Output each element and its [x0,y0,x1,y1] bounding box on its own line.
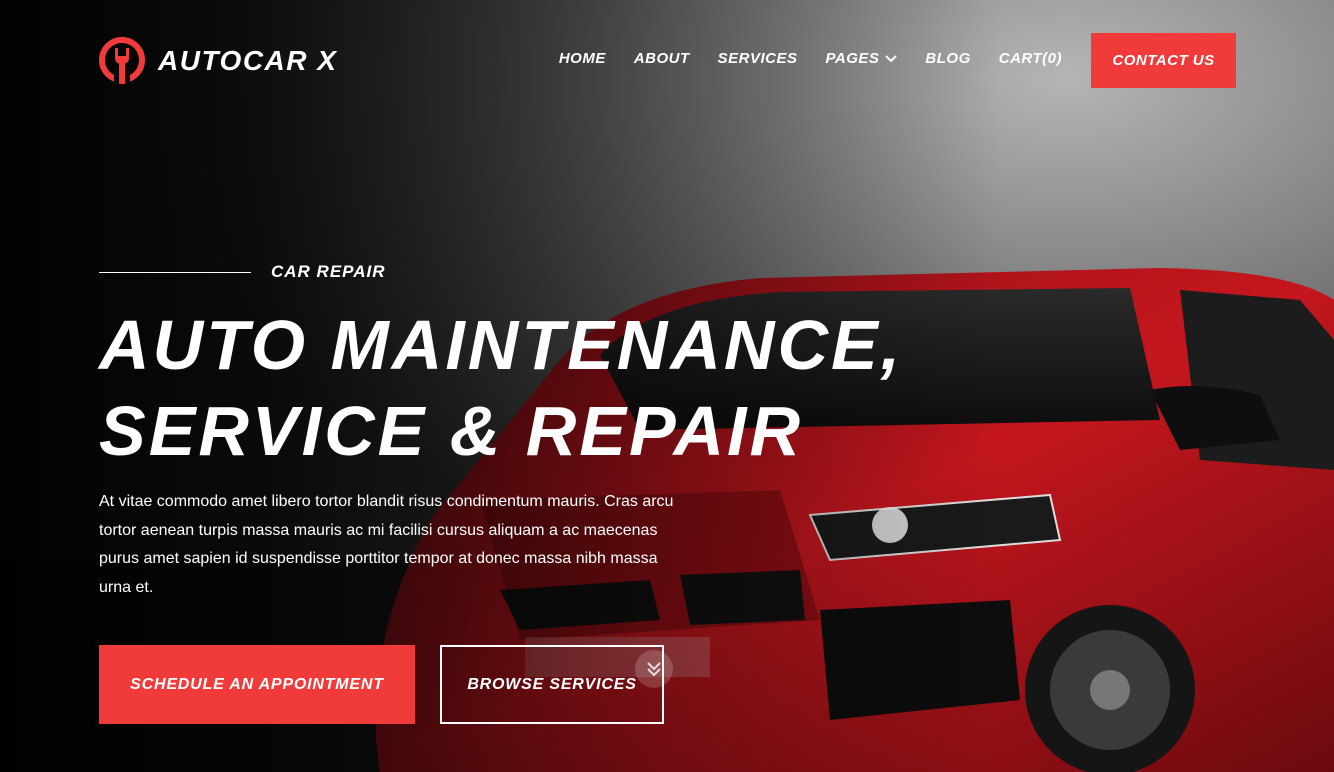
hero-title: AUTO MAINTENANCE, SERVICE & REPAIR [99,302,903,474]
eyebrow-label: CAR REPAIR [271,262,386,281]
top-navigation: AUTOCAR X HOME ABOUT SERVICES PAGES BLOG… [0,0,1334,120]
brand-name: AUTOCAR X [158,45,338,76]
wrench-pin-icon [99,37,145,84]
nav-item-services[interactable]: SERVICES [718,50,798,67]
eyebrow-divider [99,271,251,273]
double-chevron-down-icon [647,662,661,677]
hero-title-line2: SERVICE & REPAIR [99,392,804,470]
browse-services-button[interactable]: BROWSE SERVICES [440,645,664,724]
contact-us-button[interactable]: CONTACT US [1091,33,1236,88]
site-logo[interactable]: AUTOCAR X [98,36,337,86]
chevron-down-icon [885,54,898,62]
hero-section: AUTOCAR X HOME ABOUT SERVICES PAGES BLOG… [0,0,1334,772]
nav-item-home[interactable]: HOME [559,50,606,67]
main-menu: HOME ABOUT SERVICES PAGES BLOG CART(0) [559,50,1062,67]
scroll-down-button[interactable] [635,650,673,688]
nav-item-blog[interactable]: BLOG [925,50,970,67]
hero-content: CAR REPAIR AUTO MAINTENANCE, SERVICE & R… [99,262,903,602]
schedule-appointment-button[interactable]: SCHEDULE AN APPOINTMENT [99,645,415,724]
nav-item-pages[interactable]: PAGES [826,50,898,67]
nav-item-cart[interactable]: CART(0) [999,50,1062,67]
nav-item-about[interactable]: ABOUT [634,50,690,67]
hero-description: At vitae commodo amet libero tortor blan… [99,493,674,596]
nav-item-pages-label: PAGES [825,50,880,67]
hero-title-line1: AUTO MAINTENANCE, [99,306,904,384]
hero-actions: SCHEDULE AN APPOINTMENT BROWSE SERVICES [99,645,664,724]
hero-eyebrow: CAR REPAIR [99,262,903,282]
